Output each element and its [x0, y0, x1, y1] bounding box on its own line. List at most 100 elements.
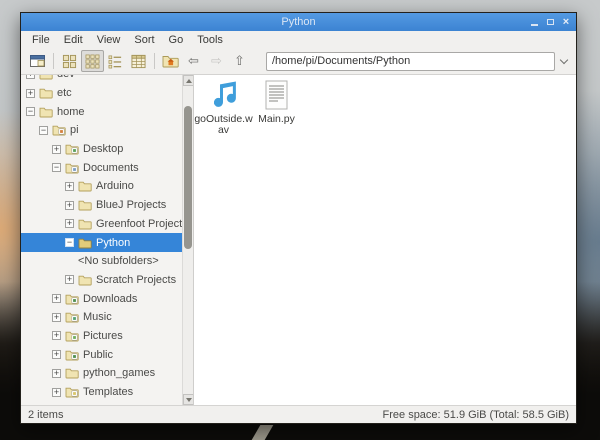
expand-icon[interactable]: + [65, 182, 74, 191]
tree-item-videos[interactable]: + Videos [21, 401, 193, 405]
path-dropdown-button[interactable] [557, 54, 571, 68]
tree-item-scratch-projects[interactable]: + Scratch Projects [21, 271, 193, 290]
expand-icon[interactable]: + [26, 89, 35, 98]
file-item-main-py[interactable]: Main.py [250, 77, 303, 136]
menu-go[interactable]: Go [162, 34, 191, 46]
forward-button[interactable]: ⇨ [205, 50, 228, 72]
tree-item-label: <No subfolders> [78, 255, 159, 267]
tree-item-python[interactable]: − Python [21, 233, 193, 252]
tree-folder-icon [39, 75, 53, 80]
expand-icon[interactable]: + [52, 388, 61, 397]
file-name-label: Main.py [258, 114, 295, 125]
file-item-gooutside-wav[interactable]: goOutside.wav [197, 77, 250, 136]
scroll-up-button[interactable] [183, 75, 194, 86]
expand-icon[interactable]: + [26, 75, 35, 79]
tree-item-templates[interactable]: + Templates [21, 383, 193, 402]
desktop-background: Python × FileEditViewSortGoTools [0, 0, 600, 440]
menu-sort[interactable]: Sort [127, 34, 161, 46]
tree-folder-icon [65, 367, 79, 379]
menubar: FileEditViewSortGoTools [21, 31, 576, 48]
tree-item-pictures[interactable]: + Pictures [21, 327, 193, 346]
expand-icon[interactable]: + [52, 294, 61, 303]
new-tab-icon [30, 55, 46, 68]
tree-item-home[interactable]: − home [21, 102, 193, 121]
tree-item-etc[interactable]: + etc [21, 84, 193, 103]
folder-icon [39, 87, 53, 99]
scroll-down-icon [186, 398, 192, 402]
tree-item-label: dev [57, 75, 75, 80]
menu-tools[interactable]: Tools [190, 34, 230, 46]
home-folder-button[interactable] [159, 50, 182, 72]
path-input[interactable] [266, 52, 555, 71]
new-tab-button[interactable] [26, 50, 49, 72]
tree-item-documents[interactable]: − Documents [21, 158, 193, 177]
window-content: + dev+ etc− home− pi+ Desktop− Documents… [21, 75, 576, 405]
tree-item-python-games[interactable]: + python_games [21, 364, 193, 383]
tree-folder-icon [39, 106, 53, 118]
expand-icon[interactable]: + [52, 145, 61, 154]
expand-icon[interactable]: + [52, 369, 61, 378]
menu-edit[interactable]: Edit [57, 34, 90, 46]
scrollbar-thumb[interactable] [184, 106, 192, 249]
menu-file[interactable]: File [25, 34, 57, 46]
tree-item-pi[interactable]: − pi [21, 121, 193, 140]
folder-icon [78, 274, 92, 286]
up-button[interactable]: ⇧ [228, 50, 251, 72]
collapse-icon[interactable]: − [26, 107, 35, 116]
scroll-down-button[interactable] [183, 394, 194, 405]
menu-view[interactable]: View [90, 34, 128, 46]
tree-item-label: Scratch Projects [96, 274, 176, 286]
close-button[interactable]: × [560, 15, 572, 29]
file-list-view[interactable]: goOutside.wav Main.py [194, 75, 576, 405]
tree-item-no-subfolders[interactable]: <No subfolders> [21, 252, 193, 271]
scroll-up-icon [186, 79, 192, 83]
expand-icon[interactable]: + [52, 313, 61, 322]
path-bar-container [266, 52, 571, 71]
tree-item-label: Public [83, 349, 113, 361]
collapse-icon[interactable]: − [52, 163, 61, 172]
tree-item-greenfoot-projects[interactable]: + Greenfoot Projects [21, 215, 193, 234]
toolbar: ⇦ ⇨ ⇧ [21, 48, 576, 75]
tree-item-arduino[interactable]: + Arduino [21, 177, 193, 196]
tree-folder-icon [78, 274, 92, 286]
folder-icon [65, 367, 79, 379]
window-title: Python [281, 16, 315, 28]
minimize-button[interactable] [528, 15, 540, 29]
maximize-button[interactable] [544, 15, 556, 29]
back-button[interactable]: ⇦ [182, 50, 205, 72]
tree-item-label: Python [96, 237, 130, 249]
tree-folder-icon [78, 180, 92, 192]
tree-item-dev[interactable]: + dev [21, 75, 193, 84]
tree-item-label: Music [83, 311, 112, 323]
thumbnail-view-button[interactable] [81, 50, 104, 72]
tree-item-music[interactable]: + Music [21, 308, 193, 327]
expand-icon[interactable]: + [52, 331, 61, 340]
tree-folder-icon [78, 199, 92, 211]
compact-view-button[interactable] [104, 50, 127, 72]
icon-view-button[interactable] [58, 50, 81, 72]
collapse-icon[interactable]: − [65, 238, 74, 247]
window-controls: × [528, 13, 572, 31]
road-lane-marking [252, 425, 274, 440]
expand-icon[interactable]: + [65, 201, 74, 210]
home-folder-icon [162, 54, 179, 68]
tree-folder-icon [65, 386, 79, 398]
expand-icon[interactable]: + [52, 350, 61, 359]
collapse-icon[interactable]: − [39, 126, 48, 135]
titlebar[interactable]: Python × [21, 13, 576, 31]
detailed-list-view-button[interactable] [127, 50, 150, 72]
tree-item-label: etc [57, 87, 72, 99]
tree-item-desktop[interactable]: + Desktop [21, 140, 193, 159]
tree-item-label: pi [70, 124, 79, 136]
thumbnail-view-icon [85, 54, 100, 69]
back-icon: ⇦ [188, 53, 199, 69]
tree-item-bluej-projects[interactable]: + BlueJ Projects [21, 196, 193, 215]
expand-icon[interactable]: + [65, 219, 74, 228]
tree-item-downloads[interactable]: + Downloads [21, 289, 193, 308]
folder-documents-icon [65, 162, 79, 174]
tree-folder-icon [65, 330, 79, 342]
folder-icon [78, 218, 92, 230]
expand-icon[interactable]: + [65, 275, 74, 284]
sidebar-scrollbar[interactable] [182, 75, 193, 405]
tree-item-public[interactable]: + Public [21, 345, 193, 364]
